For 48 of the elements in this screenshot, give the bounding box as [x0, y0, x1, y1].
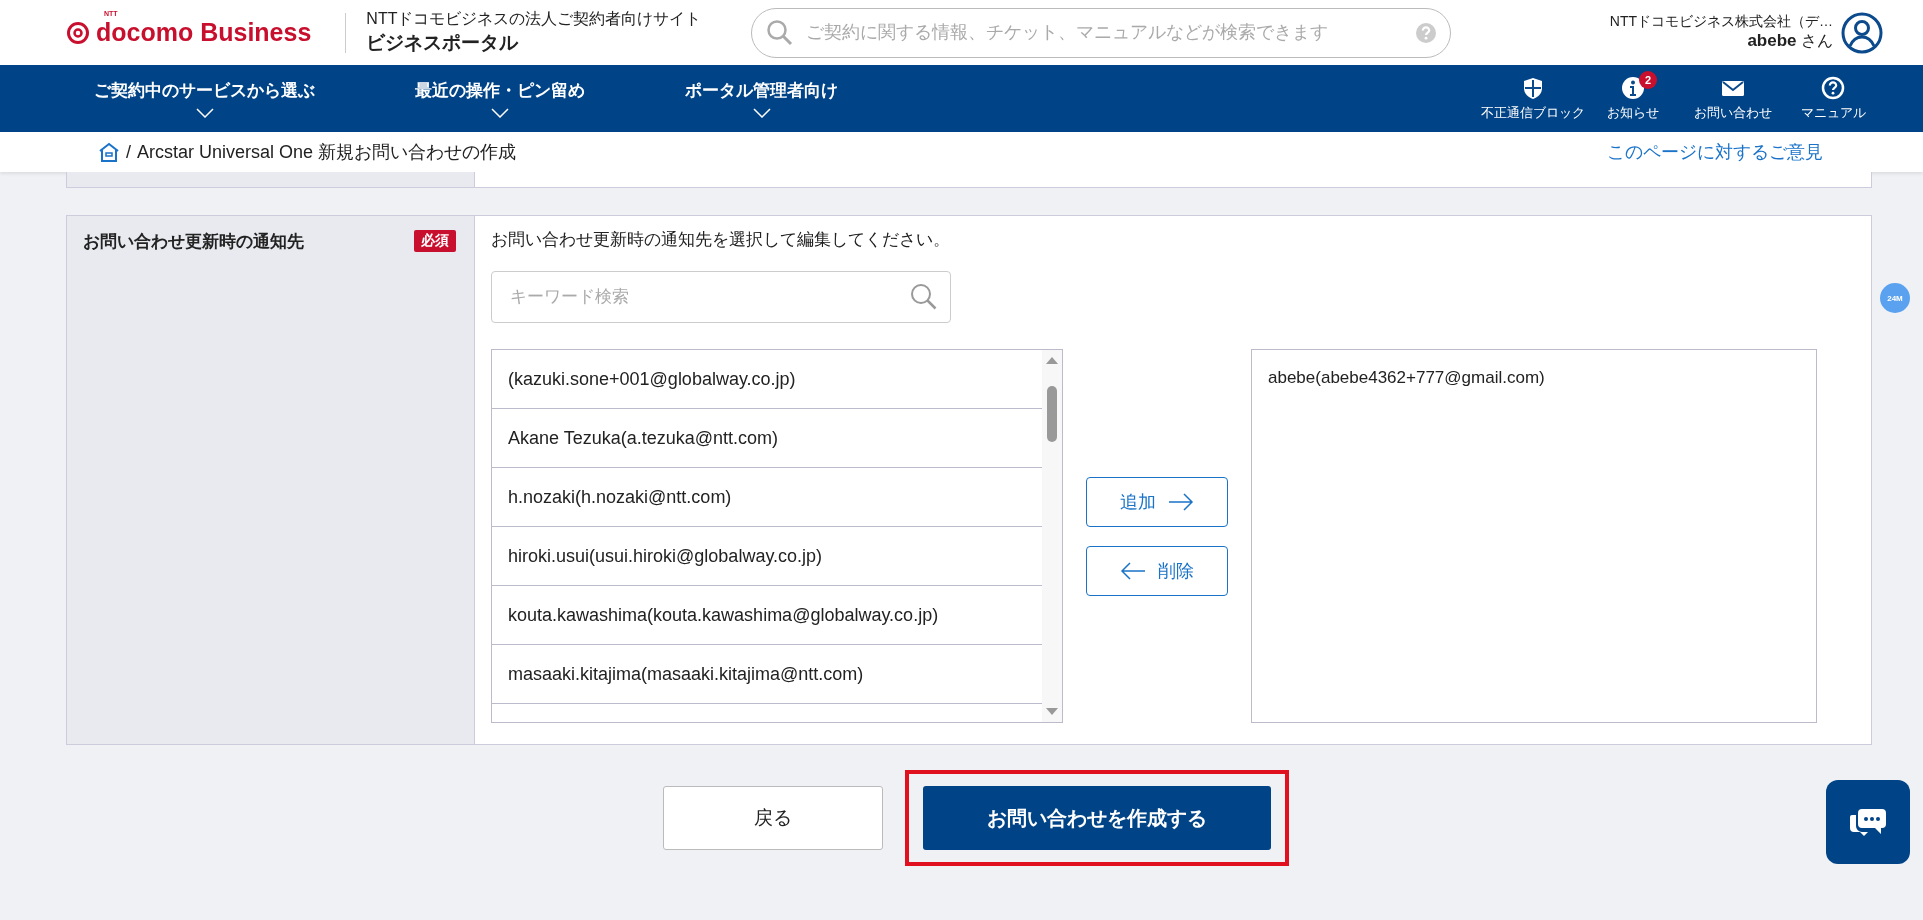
breadcrumb-current: Arcstar Universal One 新規お問い合わせの作成 — [137, 141, 517, 164]
candidate-item[interactable]: kouta.kawashima(kouta.kawashima@globalway.co.jp) — [492, 586, 1042, 645]
help-icon — [1821, 75, 1845, 100]
add-button[interactable]: 追加 — [1086, 476, 1228, 527]
notification-badge: 2 — [1639, 71, 1657, 89]
instruction-text: お問い合わせ更新時の通知先を選択して編集してください。 — [491, 229, 951, 251]
logo-text: docomo Business — [96, 18, 312, 47]
create-inquiry-button[interactable]: お問い合わせを作成する — [923, 786, 1271, 850]
toolbar-button[interactable]: お問い合わせ — [1683, 65, 1783, 132]
info-icon — [1621, 75, 1645, 100]
arrow-right-icon — [1168, 492, 1194, 511]
chat-button[interactable] — [1826, 780, 1910, 864]
toolbar-button[interactable]: お知らせ 2 — [1583, 65, 1683, 132]
candidate-item[interactable]: h.nozaki(h.nozaki@ntt.com) — [492, 468, 1042, 527]
nav-menu-button[interactable]: 最近の操作・ピン留め — [397, 65, 603, 132]
toolbar-button[interactable]: 不正通信ブロック — [1483, 65, 1583, 132]
chevron-down-icon — [491, 108, 509, 118]
toolbar-button[interactable]: マニュアル — [1783, 65, 1883, 132]
selected-item[interactable]: abebe(abebe4362+777@gmail.com) — [1268, 368, 1800, 388]
feedback-link[interactable]: このページに対するご意見 — [1607, 140, 1823, 164]
keyword-search-bar[interactable]: キーワード検索 — [491, 271, 951, 323]
search-input[interactable]: ご契約に関する情報、チケット、マニュアルなどが検索できます — [804, 21, 1407, 44]
search-bar[interactable]: ご契約に関する情報、チケット、マニュアルなどが検索できます — [751, 7, 1452, 58]
breadcrumb-separator: / — [126, 141, 131, 163]
chevron-down-icon — [752, 108, 771, 118]
arrow-left-icon — [1120, 561, 1146, 580]
candidate-item[interactable]: masaaki.kitajima(masaaki.kitajima@ntt.com) — [492, 645, 1042, 704]
back-button[interactable]: 戻る — [663, 786, 883, 850]
site-title: ビジネスポータル — [366, 31, 520, 55]
search-icon — [910, 283, 938, 311]
logo-ring-icon — [66, 20, 90, 45]
search-icon — [766, 18, 795, 47]
candidate-item[interactable]: hiroki.usui(usui.hiroki@globalway.co.jp) — [492, 527, 1042, 586]
company-name: NTTドコモビジネス株式会社（デ… — [1609, 13, 1833, 31]
home-icon[interactable] — [98, 142, 120, 162]
nav-menu-button[interactable]: ご契約中のサービスから選ぶ — [76, 65, 333, 132]
user-greeting: abebe さん — [1747, 31, 1833, 52]
field-label: お問い合わせ更新時の通知先 — [83, 231, 304, 253]
chevron-down-icon — [195, 108, 214, 118]
candidate-item[interactable]: Akane Tezuka(a.tezuka@ntt.com) — [492, 409, 1042, 468]
candidate-item[interactable]: (kazuki.sone+001@globalway.co.jp) — [492, 350, 1042, 409]
user-avatar-icon[interactable] — [1841, 11, 1883, 54]
shield-icon — [1521, 75, 1545, 100]
help-icon — [1416, 22, 1437, 43]
remove-button[interactable]: 削除 — [1086, 545, 1228, 596]
nav-menu-button[interactable]: ポータル管理者向け — [667, 65, 856, 132]
required-badge: 必須 — [414, 230, 456, 252]
site-caption: NTTドコモビジネスの法人ご契約者向けサイト — [366, 9, 702, 29]
